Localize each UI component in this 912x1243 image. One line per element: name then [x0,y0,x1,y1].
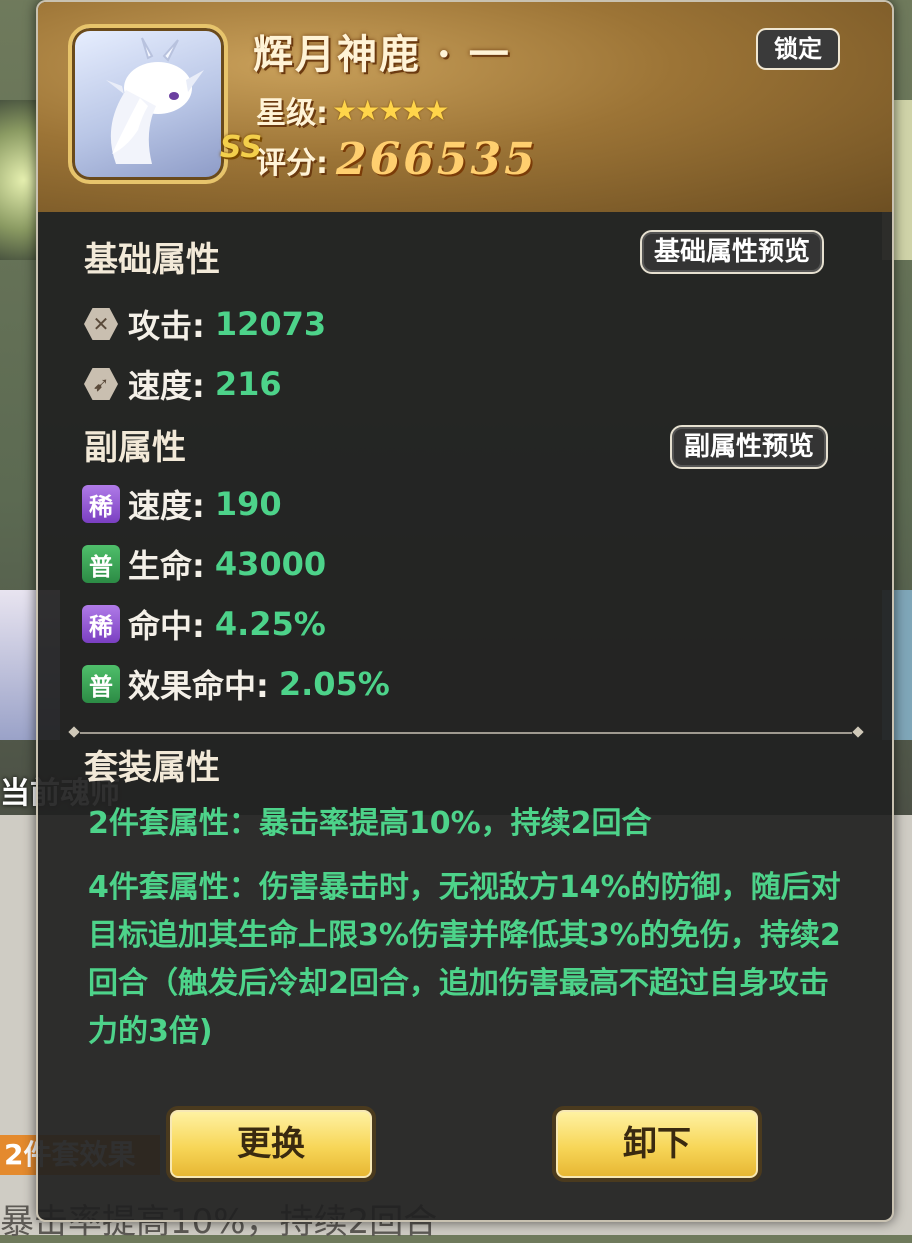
sub-stat-row-hit: 稀 命中: 4.25% [82,602,326,646]
score-label: 评分: [256,145,328,181]
unequip-button[interactable]: 卸下 [552,1106,762,1182]
base-stat-row-attack: ✕ 攻击: 12073 [82,302,326,346]
beast-name-title: 辉月神鹿 · 一 [253,31,511,78]
stat-value: 43000 [214,545,327,583]
deer-portrait-icon [106,37,204,164]
stat-label: 攻击: [128,307,205,345]
sub-stat-row-effect-hit: 普 效果命中: 2.05% [82,662,390,706]
common-tag-icon: 普 [82,665,120,703]
four-piece-set-text: 4件套属性：伤害暴击时，无视敌方14%的防御，随后对目标追加其生命上限3%伤害并… [88,870,841,1049]
star-label: 星级: [256,96,328,131]
rare-tag-icon: 稀 [82,605,120,643]
base-attributes-preview-button[interactable]: 基础属性预览 [640,230,825,274]
lock-button[interactable]: 锁定 [756,28,840,70]
sub-attributes-title: 副属性 [84,428,186,468]
rare-tag-icon: 稀 [82,485,120,523]
stat-value: 216 [214,365,282,403]
star-rating-icons: ★★★★★ [332,93,450,127]
stat-label: 生命: [128,547,205,585]
stat-label: 速度: [128,487,205,525]
sub-stat-row-hp: 普 生命: 43000 [82,542,326,586]
two-piece-set-text: 2件套属性：暴击率提高10%，持续2回合 [88,806,652,841]
stat-label: 速度: [128,367,205,405]
sub-attributes-preview-button[interactable]: 副属性预览 [670,425,829,469]
stat-value: 2.05% [278,665,390,703]
replace-button[interactable]: 更换 [166,1106,376,1182]
background-left-card [0,100,40,260]
boot-icon: ➹ [84,368,118,400]
panel-header: SS 辉月神鹿 · 一 星级: ★★★★★ 评分: 266535 锁定 [38,2,892,212]
score-value: 266535 [336,134,538,185]
sword-icon: ✕ [84,308,118,340]
soul-beast-detail-panel: SS 辉月神鹿 · 一 星级: ★★★★★ 评分: 266535 锁定 基础属性… [36,0,894,1222]
stat-label: 命中: [128,607,205,645]
stat-value: 4.25% [214,605,326,643]
avatar: SS [68,24,262,184]
sub-stat-row-speed: 稀 速度: 190 [82,482,282,526]
star-rating-row: 星级: ★★★★★ [256,88,450,132]
stat-value: 12073 [214,305,327,343]
stat-label: 效果命中: [128,667,269,705]
base-stat-row-speed: ➹ 速度: 216 [82,362,282,406]
stat-value: 190 [214,485,282,523]
section-divider [68,726,864,738]
score-row: 评分: 266535 [256,134,538,185]
common-tag-icon: 普 [82,545,120,583]
base-attributes-title: 基础属性 [84,240,220,280]
set-attributes-title: 套装属性 [84,748,220,788]
